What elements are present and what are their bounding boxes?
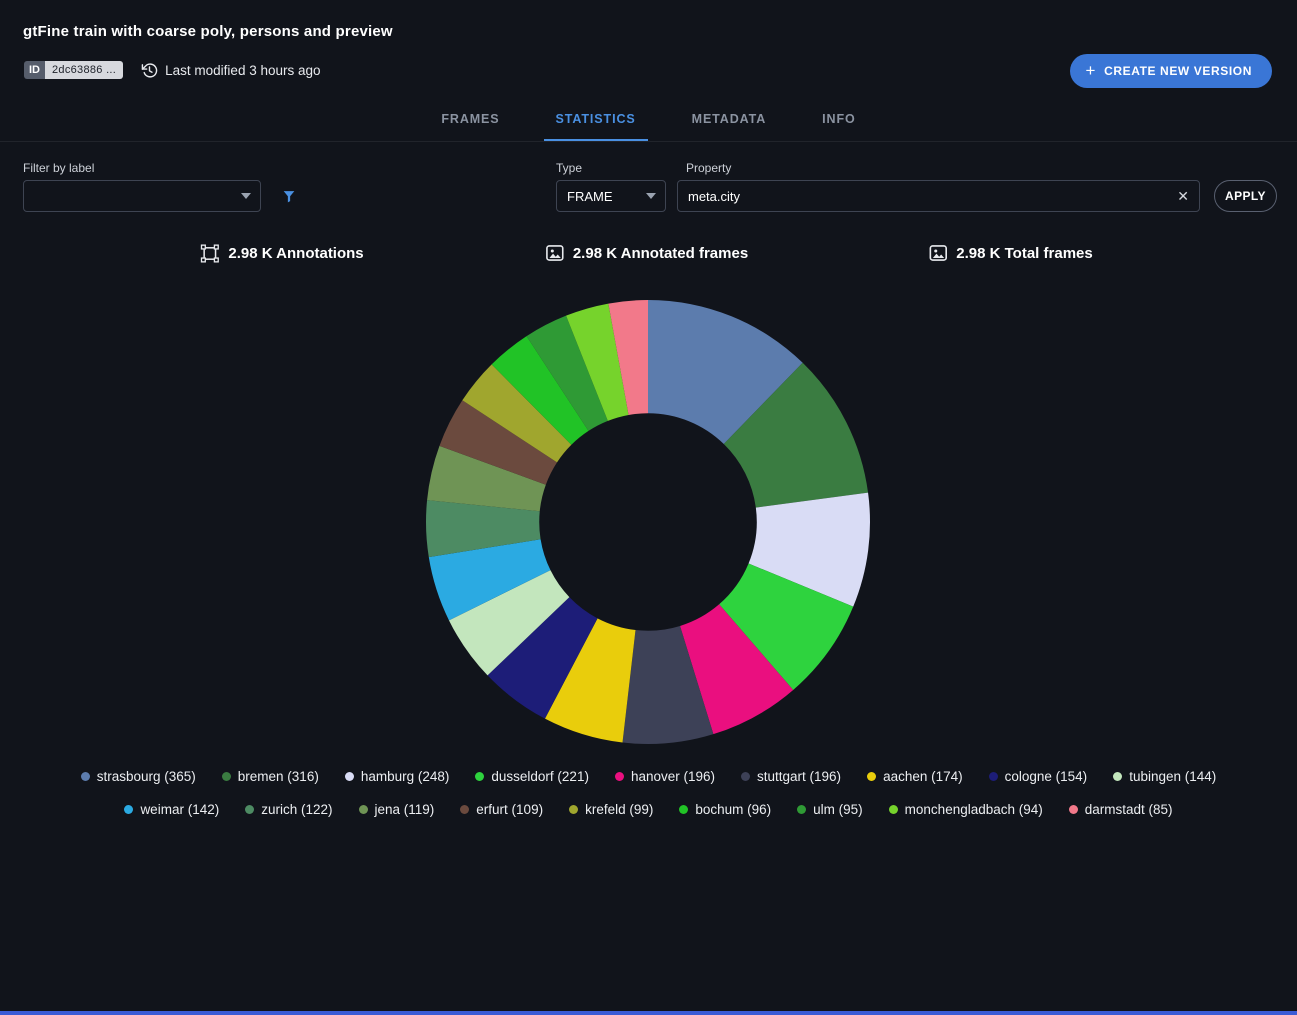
stat-total-frames: 2.98 K Total frames — [929, 244, 1092, 262]
property-label: Property — [686, 161, 731, 175]
legend-label: ulm (95) — [813, 802, 863, 817]
legend-item-ulm[interactable]: ulm (95) — [797, 802, 863, 817]
annotations-icon — [200, 244, 219, 263]
create-new-version-button[interactable]: + CREATE NEW VERSION — [1070, 54, 1272, 88]
legend-dot — [615, 772, 624, 781]
legend-row-1: strasbourg (365) bremen (316) hamburg (248… — [0, 769, 1297, 784]
stat-label: 2.98 K Total frames — [956, 245, 1092, 262]
legend-row-2: weimar (142) zurich (122) jena (119) erfurt… — [0, 802, 1297, 817]
legend-item-bochum[interactable]: bochum (96) — [679, 802, 771, 817]
filter-icon[interactable] — [281, 188, 297, 205]
legend-label: hanover (196) — [631, 769, 715, 784]
legend-item-weimar[interactable]: weimar (142) — [124, 802, 219, 817]
legend-item-hamburg[interactable]: hamburg (248) — [345, 769, 450, 784]
history-icon — [141, 62, 158, 79]
dataset-title: gtFine train with coarse poly, persons a… — [23, 23, 393, 40]
legend-dot — [679, 805, 688, 814]
legend-dot — [1069, 805, 1078, 814]
legend-label: krefeld (99) — [585, 802, 653, 817]
legend-label: tubingen (144) — [1129, 769, 1216, 784]
legend-item-tubingen[interactable]: tubingen (144) — [1113, 769, 1216, 784]
legend-label: bochum (96) — [695, 802, 771, 817]
id-badge[interactable]: ID 2dc63886 ... — [24, 61, 123, 79]
legend-label: monchengladbach (94) — [905, 802, 1043, 817]
chevron-down-icon — [241, 193, 251, 199]
bottom-accent-bar — [0, 1011, 1297, 1015]
property-input[interactable] — [678, 181, 1199, 211]
apply-button[interactable]: APPLY — [1214, 180, 1277, 212]
tab-frames[interactable]: FRAMES — [429, 112, 511, 141]
stat-annotated-frames: 2.98 K Annotated frames — [546, 244, 748, 262]
frames-icon — [929, 244, 947, 262]
type-select[interactable]: FRAME — [556, 180, 666, 212]
property-field: ✕ — [677, 180, 1200, 212]
id-badge-key: ID — [24, 61, 45, 79]
legend-dot — [81, 772, 90, 781]
legend-dot — [460, 805, 469, 814]
clear-icon[interactable]: ✕ — [1175, 187, 1191, 205]
stat-annotations: 2.98 K Annotations — [200, 244, 363, 263]
label-filter-select[interactable] — [23, 180, 261, 212]
tab-info[interactable]: INFO — [810, 112, 867, 141]
legend-item-darmstadt[interactable]: darmstadt (85) — [1069, 802, 1173, 817]
legend-item-strasbourg[interactable]: strasbourg (365) — [81, 769, 196, 784]
legend-dot — [741, 772, 750, 781]
create-new-version-label: CREATE NEW VERSION — [1104, 64, 1252, 78]
legend-label: cologne (154) — [1005, 769, 1088, 784]
tabs: FRAMES STATISTICS METADATA INFO — [0, 99, 1297, 142]
legend-item-cologne[interactable]: cologne (154) — [989, 769, 1088, 784]
legend-dot — [569, 805, 578, 814]
legend-item-hanover[interactable]: hanover (196) — [615, 769, 715, 784]
chevron-down-icon — [646, 193, 656, 199]
last-modified: Last modified 3 hours ago — [141, 62, 320, 79]
plus-icon: + — [1086, 62, 1097, 79]
legend-dot — [222, 772, 231, 781]
donut-chart — [418, 292, 878, 752]
tab-statistics[interactable]: STATISTICS — [544, 112, 648, 141]
legend-label: dusseldorf (221) — [491, 769, 589, 784]
legend-dot — [359, 805, 368, 814]
legend-label: zurich (122) — [261, 802, 332, 817]
id-badge-value: 2dc63886 ... — [45, 61, 123, 79]
legend-label: weimar (142) — [140, 802, 219, 817]
stat-label: 2.98 K Annotations — [228, 245, 363, 262]
type-select-value: FRAME — [567, 189, 613, 204]
filter-by-label-label: Filter by label — [23, 161, 94, 175]
legend-dot — [889, 805, 898, 814]
legend-label: jena (119) — [375, 802, 435, 817]
tab-metadata[interactable]: METADATA — [680, 112, 779, 141]
legend-label: strasbourg (365) — [97, 769, 196, 784]
legend-dot — [867, 772, 876, 781]
legend-dot — [1113, 772, 1122, 781]
legend-label: stuttgart (196) — [757, 769, 841, 784]
legend-label: hamburg (248) — [361, 769, 450, 784]
legend-label: erfurt (109) — [476, 802, 543, 817]
legend-label: bremen (316) — [238, 769, 319, 784]
last-modified-text: Last modified 3 hours ago — [165, 63, 320, 78]
frames-icon — [546, 244, 564, 262]
legend-dot — [989, 772, 998, 781]
legend-item-jena[interactable]: jena (119) — [359, 802, 435, 817]
legend-dot — [245, 805, 254, 814]
legend-item-krefeld[interactable]: krefeld (99) — [569, 802, 653, 817]
type-label: Type — [556, 161, 582, 175]
legend-dot — [475, 772, 484, 781]
legend-label: darmstadt (85) — [1085, 802, 1173, 817]
legend-item-dusseldorf[interactable]: dusseldorf (221) — [475, 769, 589, 784]
legend-dot — [124, 805, 133, 814]
legend-item-erfurt[interactable]: erfurt (109) — [460, 802, 543, 817]
legend-item-aachen[interactable]: aachen (174) — [867, 769, 963, 784]
legend-item-monchengladbach[interactable]: monchengladbach (94) — [889, 802, 1043, 817]
legend-item-bremen[interactable]: bremen (316) — [222, 769, 319, 784]
legend-item-zurich[interactable]: zurich (122) — [245, 802, 332, 817]
stat-label: 2.98 K Annotated frames — [573, 245, 748, 262]
legend-dot — [797, 805, 806, 814]
legend-label: aachen (174) — [883, 769, 963, 784]
dataset-meta: ID 2dc63886 ... Last modified 3 hours ag… — [24, 61, 321, 79]
legend-dot — [345, 772, 354, 781]
legend-item-stuttgart[interactable]: stuttgart (196) — [741, 769, 841, 784]
